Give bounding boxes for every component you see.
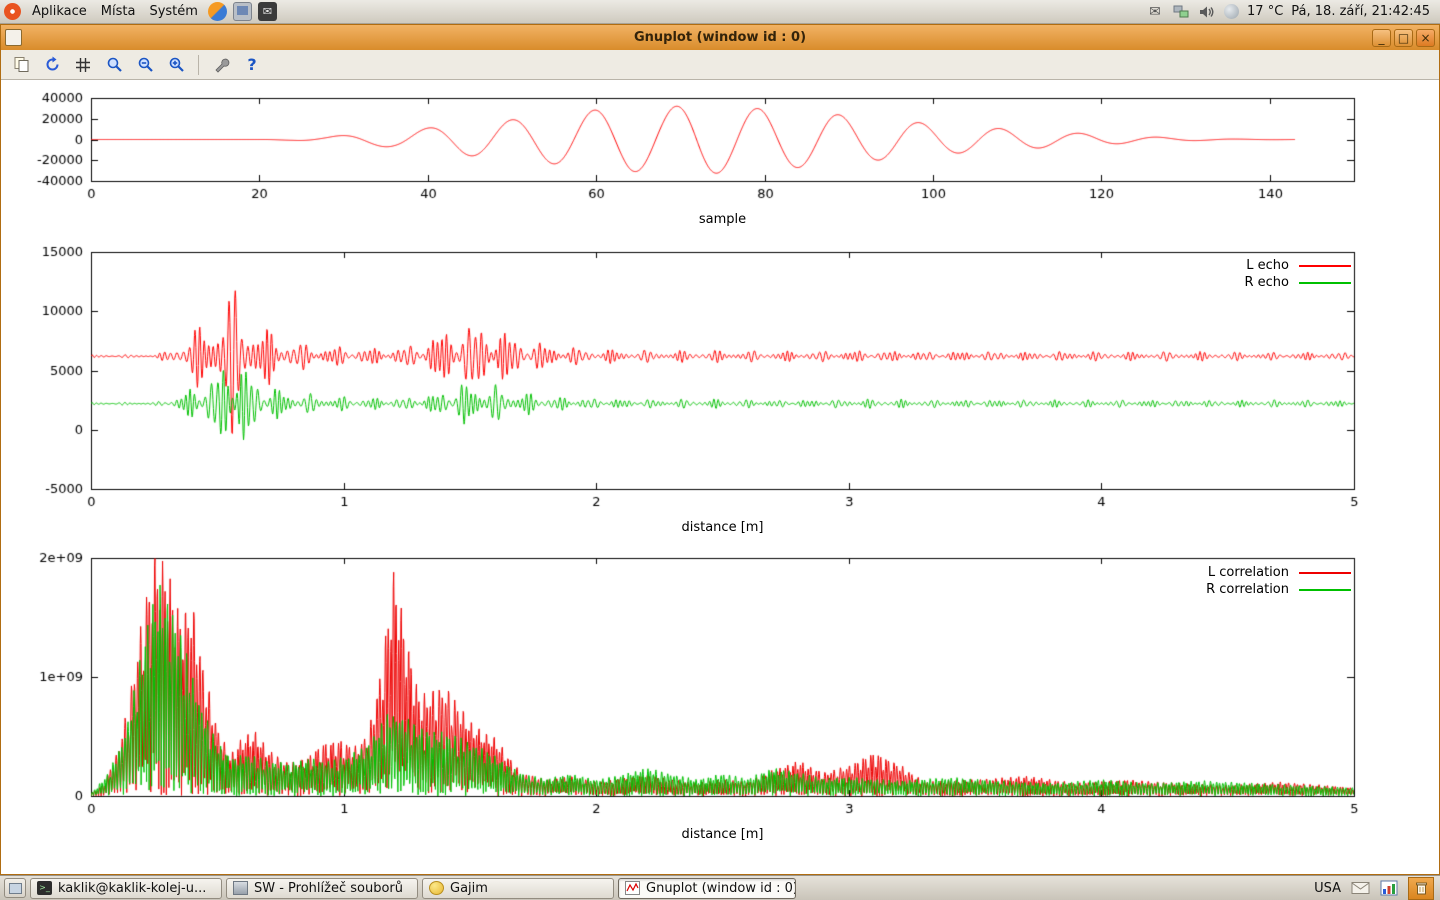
toolbar-separator: [198, 55, 199, 75]
gnuplot-window: Gnuplot (window id : 0) _ □ ×: [0, 24, 1440, 875]
menu-system[interactable]: Systém: [142, 2, 204, 21]
menu-applications-label: Aplikace: [32, 4, 87, 19]
panel-tray: ✉ 17 °C Pá, 18. září, 21:42:45: [1146, 4, 1436, 20]
volume-icon[interactable]: [1198, 4, 1216, 20]
weather-icon[interactable]: [1224, 4, 1239, 19]
desktop: Aplikace Místa Systém ✉ ✉: [0, 0, 1440, 900]
task-label: Gajim: [450, 881, 488, 896]
legend-line-l-echo: [1299, 265, 1351, 267]
toggle-grid-button[interactable]: [71, 53, 95, 77]
magnifier-next-icon: [168, 56, 185, 73]
zoom-next-button[interactable]: [164, 53, 188, 77]
zoom-button[interactable]: [102, 53, 126, 77]
network-status-icon[interactable]: [1172, 4, 1190, 20]
task-label: Gnuplot (window id : 0): [646, 881, 796, 896]
plot-area: sample L echo R echo distance [m] L corr…: [1, 81, 1439, 874]
file-browser-icon: [233, 881, 248, 895]
network-icon-svg: [1173, 5, 1189, 19]
task-label: kaklik@kaklik-kolej-u...: [58, 881, 206, 896]
legend-row: R echo: [1244, 274, 1351, 291]
task-button-gnuplot[interactable]: Gnuplot (window id : 0): [618, 878, 796, 899]
echo-plot-canvas[interactable]: [1, 245, 1440, 515]
legend-row: R correlation: [1206, 581, 1351, 598]
task-button-file-browser[interactable]: SW - Prohlížeč souborů: [226, 878, 418, 899]
display-launcher-icon[interactable]: [233, 2, 252, 21]
temperature-applet[interactable]: 17 °C: [1247, 4, 1283, 19]
legend-label-r-correlation: R correlation: [1206, 582, 1289, 597]
window-title: Gnuplot (window id : 0): [1, 30, 1439, 45]
close-button[interactable]: ×: [1416, 29, 1435, 47]
bottom-taskbar: >_ kaklik@kaklik-kolej-u... SW - Prohlíž…: [0, 875, 1440, 900]
firefox-launcher-icon[interactable]: [208, 2, 227, 21]
correlation-xlabel: distance [m]: [91, 827, 1354, 842]
legend-line-r-correlation: [1299, 589, 1351, 591]
refresh-icon: [44, 56, 61, 73]
waveform-xlabel: sample: [91, 212, 1354, 227]
magnifier-previous-icon: [137, 56, 154, 73]
legend-label-l-echo: L echo: [1246, 258, 1289, 273]
copy-to-clipboard-button[interactable]: [9, 53, 33, 77]
speaker-icon-svg: [1199, 5, 1215, 19]
gnuplot-task-icon: [625, 881, 640, 895]
legend-label-r-echo: R echo: [1244, 275, 1289, 290]
zoom-previous-button[interactable]: [133, 53, 157, 77]
wrench-icon: [213, 56, 230, 73]
menu-applications[interactable]: Aplikace: [25, 2, 94, 21]
show-desktop-button[interactable]: [4, 878, 26, 898]
echo-xlabel: distance [m]: [91, 520, 1354, 535]
legend-label-l-correlation: L correlation: [1208, 565, 1289, 580]
waveform-plot-canvas[interactable]: [1, 91, 1440, 206]
window-titlebar[interactable]: Gnuplot (window id : 0) _ □ ×: [1, 25, 1439, 50]
legend-line-r-echo: [1299, 282, 1351, 284]
taskbar-right: USA: [1314, 877, 1436, 900]
window-controls: _ □ ×: [1372, 29, 1435, 47]
correlation-plot-legend: L correlation R correlation: [1206, 564, 1351, 598]
keyboard-layout-indicator[interactable]: USA: [1314, 881, 1341, 896]
task-label: SW - Prohlížeč souborů: [254, 881, 403, 896]
legend-row: L echo: [1244, 257, 1351, 274]
gajim-icon: [429, 881, 444, 895]
magnifier-icon: [106, 56, 123, 73]
menu-places[interactable]: Místa: [94, 2, 143, 21]
task-button-terminal[interactable]: >_ kaklik@kaklik-kolej-u...: [30, 878, 222, 899]
top-panel: Aplikace Místa Systém ✉ ✉: [0, 0, 1440, 24]
clock-applet[interactable]: Pá, 18. září, 21:42:45: [1291, 4, 1430, 19]
legend-line-l-correlation: [1299, 572, 1351, 574]
menu-places-label: Místa: [101, 4, 136, 19]
minimize-button[interactable]: _: [1372, 29, 1391, 47]
legend-row: L correlation: [1206, 564, 1351, 581]
task-button-gajim[interactable]: Gajim: [422, 878, 614, 899]
help-icon: ?: [247, 55, 256, 74]
echo-plot-legend: L echo R echo: [1244, 257, 1351, 291]
terminal-icon: >_: [37, 881, 52, 895]
replot-button[interactable]: [40, 53, 64, 77]
mail-launcher-icon[interactable]: ✉: [258, 2, 277, 21]
ubuntu-logo-icon[interactable]: [4, 3, 21, 20]
help-button[interactable]: ?: [240, 53, 264, 77]
menu-system-label: Systém: [149, 4, 197, 19]
trash-applet[interactable]: [1408, 877, 1434, 900]
maximize-button[interactable]: □: [1394, 29, 1413, 47]
trash-icon: [1415, 881, 1428, 895]
mail-tray-icon[interactable]: [1351, 881, 1370, 895]
gnuplot-mini-plot: [626, 882, 639, 894]
gnuplot-toolbar: ?: [1, 50, 1439, 80]
configure-button[interactable]: [209, 53, 233, 77]
mail-status-icon[interactable]: ✉: [1146, 4, 1164, 20]
copy-icon: [13, 56, 30, 73]
monitor-applet-icon[interactable]: [1380, 880, 1398, 896]
grid-icon: [75, 57, 91, 73]
